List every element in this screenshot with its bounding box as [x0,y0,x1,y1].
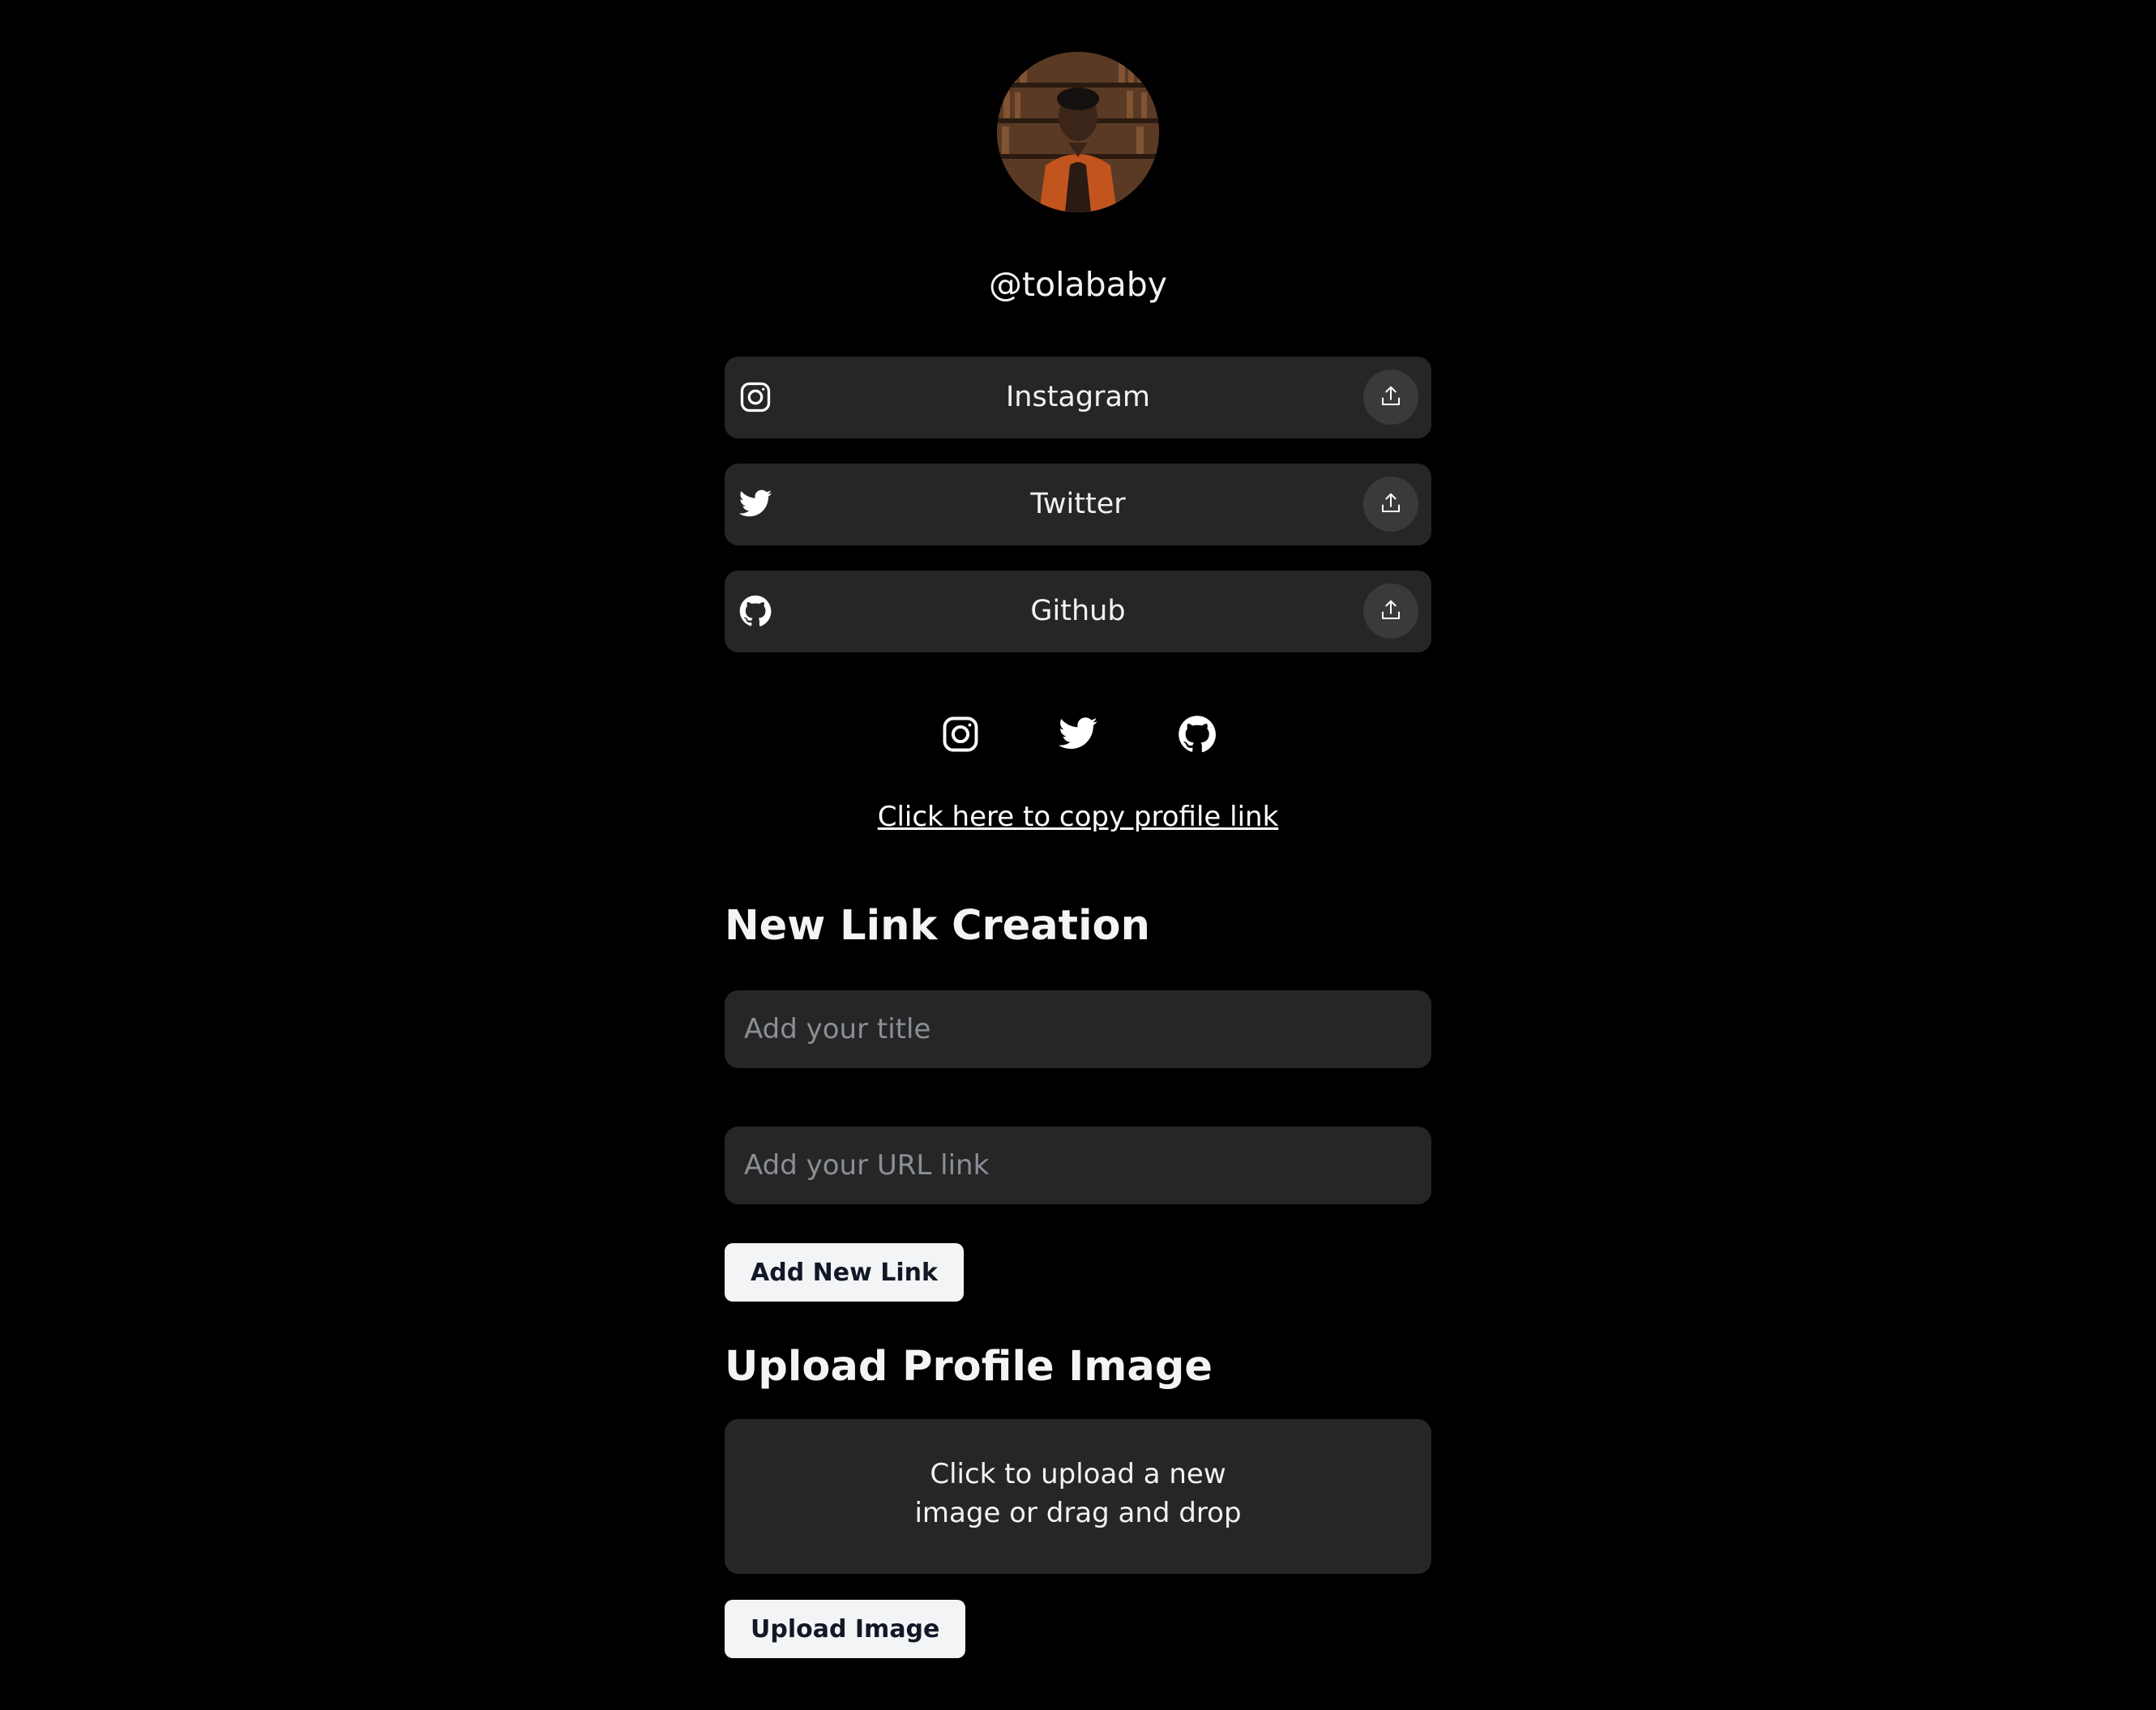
share-icon [1382,600,1400,619]
share-icon [1382,493,1400,512]
copy-profile-link[interactable]: Click here to copy profile link [725,794,1431,840]
share-button-github[interactable] [1363,584,1418,639]
twitter-icon[interactable] [1057,713,1099,755]
upload-image-button[interactable]: Upload Image [725,1600,966,1658]
link-item-github[interactable]: Github [725,571,1431,652]
link-item-twitter[interactable]: Twitter [725,464,1431,545]
image-dropzone[interactable]: Click to upload a new image or drag and … [725,1419,1431,1574]
github-icon[interactable] [1176,713,1218,755]
upload-heading: Upload Profile Image [725,1343,1213,1391]
new-link-heading: New Link Creation [725,902,1150,950]
url-input[interactable] [725,1126,1431,1204]
link-label-github: Github [1030,595,1126,627]
link-label-instagram: Instagram [1005,381,1151,413]
profile-page: @tolababy Instagram Twitter Github Click… [0,0,2156,1710]
title-input[interactable] [725,990,1431,1068]
share-icon [1382,386,1400,405]
instagram-icon[interactable] [939,713,982,755]
link-item-instagram[interactable]: Instagram [725,357,1431,438]
share-button-twitter[interactable] [1363,477,1418,532]
add-new-link-button[interactable]: Add New Link [725,1243,964,1302]
username: @tolababy [988,265,1168,304]
avatar [997,52,1159,212]
dropzone-text: Click to upload a new image or drag and … [914,1458,1242,1529]
share-button-instagram[interactable] [1363,370,1418,425]
link-label-twitter: Twitter [1030,488,1126,520]
